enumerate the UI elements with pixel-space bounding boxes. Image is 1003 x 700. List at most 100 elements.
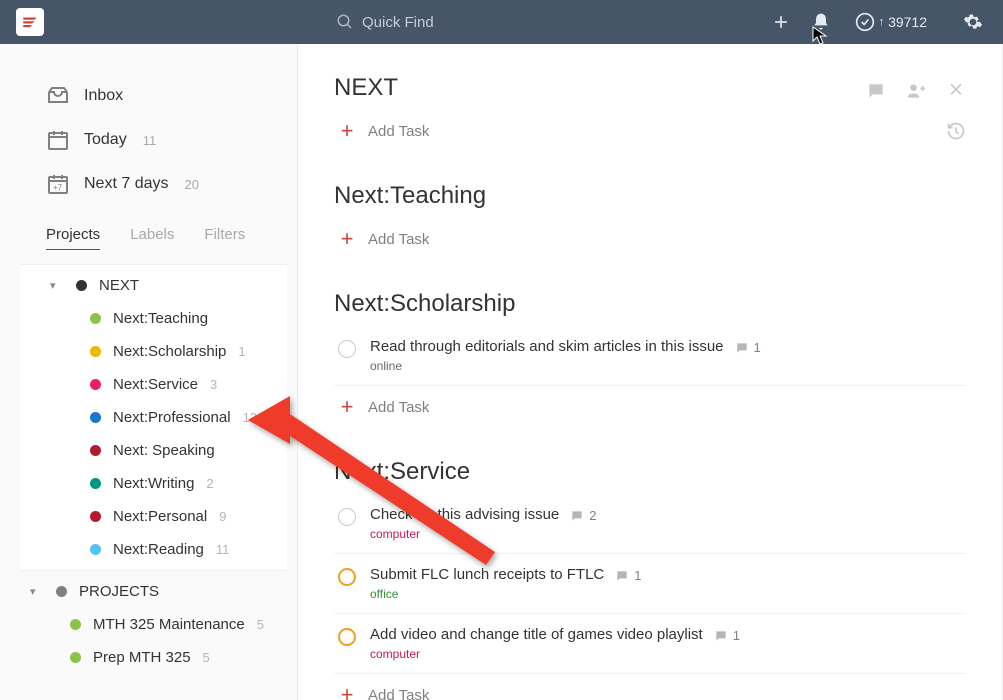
project-name: MTH 325 Maintenance: [93, 616, 245, 633]
plus-icon: +: [338, 684, 356, 700]
project-color-dot: [90, 511, 101, 522]
project-color-dot: [90, 445, 101, 456]
inbox-icon: [46, 84, 70, 108]
sidebar-project-item[interactable]: Next:Scholarship 1: [20, 335, 287, 368]
task-checkbox[interactable]: [338, 340, 356, 358]
project-name: Next:Teaching: [113, 310, 208, 327]
section-title: Next:Scholarship: [334, 290, 966, 318]
task-text: Read through editorials and skim article…: [370, 338, 724, 355]
task-label[interactable]: office: [370, 587, 962, 601]
task-text: Add video and change title of games vide…: [370, 626, 703, 643]
project-count: 9: [219, 509, 226, 524]
project-color-dot: [70, 652, 81, 663]
project-color-dot: [56, 586, 67, 597]
project-name: Next:Writing: [113, 475, 194, 492]
nav-next7days[interactable]: +7 Next 7 days 20: [0, 162, 297, 206]
project-next[interactable]: ▾ NEXT: [20, 269, 287, 302]
plus-icon: +: [338, 228, 356, 250]
plus-icon: +: [338, 120, 356, 142]
calendar-today-icon: [46, 128, 70, 152]
tab-projects[interactable]: Projects: [46, 226, 100, 250]
task-comments[interactable]: 2: [569, 508, 596, 523]
topbar: Quick Find ↑ 39712: [0, 0, 1003, 44]
sidebar-project-item[interactable]: Next:Reading 11: [20, 533, 287, 566]
karma-display[interactable]: ↑ 39712: [855, 12, 927, 32]
quick-find[interactable]: Quick Find: [336, 13, 434, 31]
chevron-down-icon: ▾: [50, 279, 64, 292]
project-color-dot: [90, 478, 101, 489]
project-count: 11: [216, 542, 230, 557]
add-task-button[interactable]: + Add Task: [334, 110, 433, 152]
tools-icon[interactable]: [946, 81, 966, 104]
nav-count: 20: [184, 177, 198, 192]
project-color-dot: [90, 346, 101, 357]
task-checkbox[interactable]: [338, 568, 356, 586]
tab-filters[interactable]: Filters: [204, 226, 245, 250]
sidebar-project-item[interactable]: Next:Service 3: [20, 368, 287, 401]
task-comments[interactable]: 1: [734, 340, 761, 355]
add-task-label: Add Task: [368, 231, 429, 248]
notifications-icon[interactable]: [807, 8, 835, 36]
sidebar: Inbox Today 11 +7 Next 7 days 20 Project…: [0, 44, 298, 700]
project-count: 1: [238, 344, 245, 359]
nav-inbox[interactable]: Inbox: [0, 74, 297, 118]
sidebar-project-item[interactable]: Next:Professional 12: [20, 401, 287, 434]
main-content: NEXT + Add Task Next:Teaching + Add Task N…: [298, 44, 1003, 700]
share-icon[interactable]: [906, 81, 926, 104]
project-projects[interactable]: ▾ PROJECTS: [0, 575, 297, 608]
project-color-dot: [90, 412, 101, 423]
task-comments[interactable]: 1: [713, 628, 740, 643]
section-title: Next:Service: [334, 458, 966, 486]
project-name: Next:Personal: [113, 508, 207, 525]
add-task-button[interactable]: + Add Task: [334, 674, 966, 700]
task-row[interactable]: Submit FLC lunch receipts to FTLC 1 offi…: [334, 554, 966, 614]
calendar-week-icon: +7: [46, 172, 70, 196]
task-checkbox[interactable]: [338, 628, 356, 646]
sidebar-project-item[interactable]: Next:Teaching: [20, 302, 287, 335]
project-name: Next:Service: [113, 376, 198, 393]
project-count: 5: [257, 617, 264, 632]
task-label[interactable]: computer: [370, 647, 962, 661]
sidebar-tabs: Projects Labels Filters: [0, 206, 297, 250]
plus-icon: +: [338, 396, 356, 418]
gear-icon[interactable]: [959, 8, 987, 36]
section-title: Next:Teaching: [334, 182, 966, 210]
search-placeholder: Quick Find: [362, 14, 434, 31]
tab-labels[interactable]: Labels: [130, 226, 174, 250]
nav-label: Inbox: [84, 87, 123, 105]
project-color-dot: [90, 544, 101, 555]
task-row[interactable]: Add video and change title of games vide…: [334, 614, 966, 674]
task-row[interactable]: Check on this advising issue 2 computer: [334, 494, 966, 554]
chevron-down-icon: ▾: [30, 585, 44, 598]
add-task-label: Add Task: [368, 123, 429, 140]
project-count: 2: [206, 476, 213, 491]
sidebar-project-item[interactable]: MTH 325 Maintenance 5: [0, 608, 297, 641]
add-task-icon[interactable]: [767, 8, 795, 36]
task-comments[interactable]: 1: [614, 568, 641, 583]
comments-icon[interactable]: [866, 81, 886, 104]
app-logo[interactable]: [16, 8, 44, 36]
project-name: Next:Reading: [113, 541, 204, 558]
project-name: NEXT: [99, 277, 139, 294]
add-task-button[interactable]: + Add Task: [334, 386, 966, 428]
project-color-dot: [76, 280, 87, 291]
sidebar-project-item[interactable]: Prep MTH 325 5: [0, 641, 297, 674]
task-label[interactable]: computer: [370, 527, 962, 541]
project-list: ▾ NEXT Next:Teaching Next:Scholarship 1 …: [0, 250, 297, 674]
nav-today[interactable]: Today 11: [0, 118, 297, 162]
karma-points: 39712: [888, 14, 927, 30]
task-label[interactable]: online: [370, 359, 962, 373]
add-task-button[interactable]: + Add Task: [334, 218, 966, 260]
task-text: Submit FLC lunch receipts to FTLC: [370, 566, 604, 583]
task-row[interactable]: Read through editorials and skim article…: [334, 326, 966, 386]
sidebar-project-item[interactable]: Next:Writing 2: [20, 467, 287, 500]
project-name: Next: Speaking: [113, 442, 215, 459]
section-title: NEXT: [334, 74, 398, 102]
project-count: 5: [203, 650, 210, 665]
history-icon[interactable]: [946, 121, 966, 141]
sidebar-project-item[interactable]: Next: Speaking: [20, 434, 287, 467]
task-checkbox[interactable]: [338, 508, 356, 526]
sidebar-project-item[interactable]: Next:Personal 9: [20, 500, 287, 533]
project-color-dot: [70, 619, 81, 630]
project-actions: [866, 81, 966, 104]
